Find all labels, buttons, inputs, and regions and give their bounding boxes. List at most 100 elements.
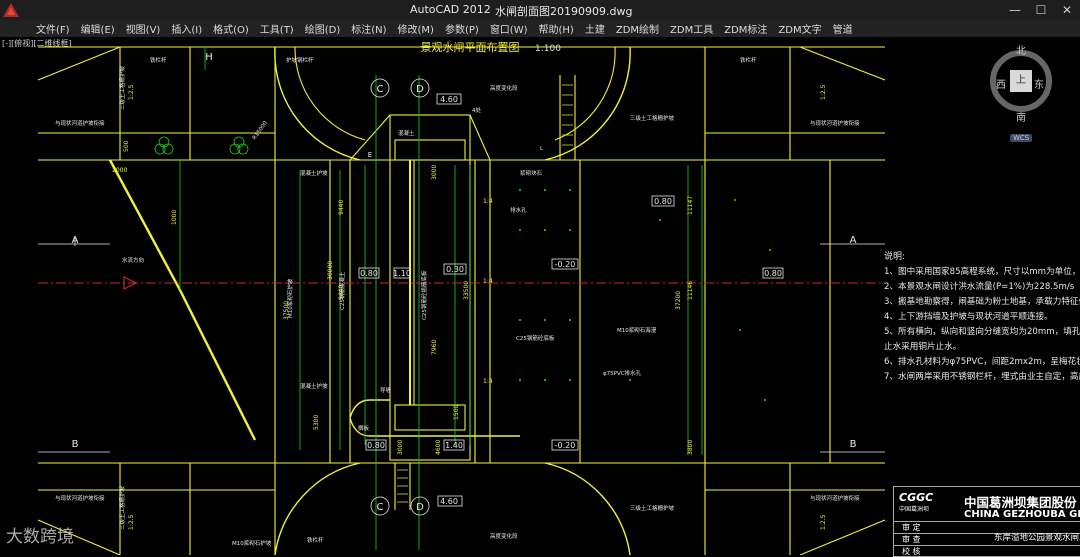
menu-modify[interactable]: 修改(M) [398,21,434,36]
menu-zdm-dim[interactable]: ZDM标注 [724,21,767,36]
label-c25-gate: C25钢筋砼插筋底板 [420,270,428,320]
maximize-button[interactable]: ☐ [1028,0,1054,20]
note-item: 止水采用铜片止水。 [884,342,962,352]
label-c25-apron: C25钢筋砼底板 [516,334,555,342]
close-button[interactable]: ✕ [1054,0,1080,20]
label-connect-2: 与现状河道护坡衔接 [810,119,860,127]
row-label: 审 定 [902,523,921,532]
label-concrete-3: 混凝土 [398,129,415,137]
file-name: 水闸剖面图20190909.dwg [495,5,633,18]
dim-11146: 11146 [687,281,694,300]
level-bottom: 4.60 [440,497,458,506]
menu-file[interactable]: 文件(F) [36,21,70,36]
label-radius: R15000 [252,120,269,141]
notes-heading: 说明: [884,252,906,262]
dim-5300: 5300 [313,415,320,430]
compass-south[interactable]: 南 [1016,109,1026,124]
label-height-2: 高度变化段 [490,532,518,540]
app-name: AutoCAD 2012 [410,3,491,16]
label-connect-4: 与现状河道护坡衔接 [810,494,860,502]
slope-7: 1:2.5 [820,514,827,530]
dim-1000: 1000 [171,210,178,225]
compass-ring-icon [990,50,1052,112]
window-controls: — ☐ ✕ [1002,0,1080,20]
menu-pipe[interactable]: 管道 [833,21,853,36]
level-top: 4.60 [440,95,458,104]
label-connect-3: 与现状河道护坡衔接 [55,494,105,502]
autocad-logo-icon[interactable] [2,2,20,18]
note-item: 7、水闸两岸采用不锈钢栏杆，埋式由业主自定，高度不 [884,372,1080,382]
compass-north[interactable]: 北 [1016,42,1026,57]
menu-bar: 文件(F) 编辑(E) 视图(V) 插入(I) 格式(O) 工具(T) 绘图(D… [0,20,1080,37]
menu-dimension[interactable]: 标注(N) [351,21,386,36]
company-logo-text: CGGC [899,491,934,504]
dim-33500: 33500 [463,281,470,300]
label-geogrid-2: 三级土工格栅护坡 [630,114,675,122]
company-logo-sub: 中国葛洲坝 [899,506,930,513]
drawing-scale: 1:100 [535,44,561,54]
dim-11147: 11147 [687,196,694,215]
level-chamber: 0.30 [446,265,464,274]
label-m10-apron: M10浆砌石海漫 [617,326,657,334]
menu-help[interactable]: 帮助(H) [539,21,574,36]
section-d-bottom: D [416,502,424,513]
level-bottom-gate: 1.40 [445,441,463,450]
menu-zdm-text[interactable]: ZDM文字 [778,21,821,36]
note-item: 4、上下游挡墙及护坡与现状河道平顺连接。 [884,312,1053,322]
menu-civil[interactable]: 土建 [585,21,605,36]
label-rail-4: 护坡钢栏杆 [286,56,314,64]
label-geogrid-3: 三级土工格栅护坡 [118,485,126,530]
compass-west[interactable]: 西 [996,76,1006,91]
title-block-row: 校 核 [894,545,1080,557]
section-b-right: B [850,439,857,450]
menu-view[interactable]: 视图(V) [126,21,161,36]
level-apron: -0.20 [555,260,576,269]
menu-draw[interactable]: 绘图(D) [305,21,341,36]
menu-zdm-draw[interactable]: ZDM绘制 [616,21,659,36]
view-cube[interactable]: 北 南 东 西 上 WCS [990,42,1080,152]
title-block: CGGC 中国葛洲坝 中国葛洲坝集团股份 CHINA GEZHOUBA GRO … [893,486,1080,557]
slope-2: 1:4 [483,278,493,285]
menu-insert[interactable]: 插入(I) [171,21,202,36]
label-m10-2: M10浆砌石护坡 [232,539,272,547]
label-rail-3: 铁栏杆 [307,536,324,544]
level-bottom-left: 0.80 [367,441,385,450]
dim-9440-a: 9440 [338,200,345,215]
slope-4: 1:2.5 [128,84,135,100]
section-d-top: D [416,84,424,95]
watermark: 大数跨境 [6,527,74,547]
slope-1: 1:4 [483,198,493,205]
dim-7960: 7960 [431,340,438,355]
dim-3000-b: 3000 [397,440,404,455]
menu-zdm-tools[interactable]: ZDM工具 [670,21,713,36]
label-masonry: 浆砌块石 [520,169,543,177]
minimize-button[interactable]: — [1002,0,1028,20]
section-a-left: A [72,235,79,246]
menu-window[interactable]: 窗口(W) [490,21,528,36]
view-cube-top[interactable]: 上 [1010,70,1032,92]
menu-format[interactable]: 格式(O) [213,21,249,36]
slope-6: 1:2.5 [820,84,827,100]
menu-edit[interactable]: 编辑(E) [81,21,115,36]
dim-3800: 3800 [687,440,694,455]
label-rail-1: 铁栏杆 [150,56,167,64]
label-guide-wall: 导墙 [380,386,392,394]
section-a-right: A [850,235,857,246]
menu-parametric[interactable]: 参数(P) [445,21,479,36]
label-flow: 水流方向 [122,256,144,264]
design-notes: 说明: 1、图中采用国家85高程系统，尺寸以mm为单位，高程 2、本景观水闸设计… [884,250,1080,385]
label-geogrid-4: 三级土工格栅护坡 [630,504,675,512]
menu-tools[interactable]: 工具(T) [260,21,294,36]
section-c-bottom: C [377,502,384,513]
label-4-places: 4处 [472,106,481,114]
label-c25-slab: C25钢筋混凝土 [338,271,346,310]
label-drain-pipe: φ75PVC排水孔 [603,369,642,377]
label-l: L [540,146,544,152]
compass-east[interactable]: 东 [1034,76,1044,91]
row-label: 审 查 [902,535,921,544]
label-concrete-2: 混凝土护坡 [300,382,328,390]
note-item: 6、排水孔材料为φ75PVC，间距2mx2m，呈梅花状 [884,357,1080,367]
label-geogrid-1: 三级土工格栅护坡 [118,65,126,110]
level-gate: 1.10 [393,269,411,278]
wcs-menu[interactable]: WCS [1010,134,1033,142]
